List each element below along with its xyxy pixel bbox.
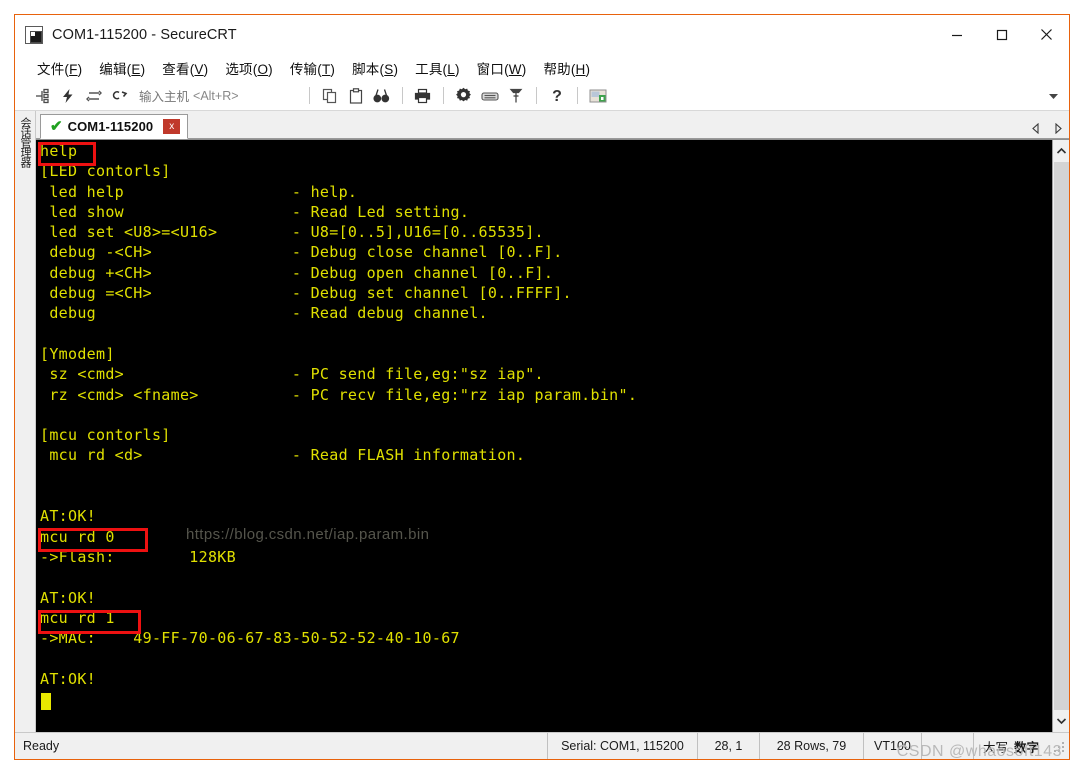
terminal-watermark: https://blog.csdn.net/iap.param.bin — [186, 526, 430, 543]
tab-bar: ✔ COM1-115200 x — [36, 111, 1069, 139]
menu-item-transfer[interactable]: 传输(T) — [290, 58, 335, 78]
tab-close-button[interactable]: x — [163, 119, 181, 134]
print-icon[interactable] — [410, 84, 436, 108]
menu-file-accel: F — [69, 61, 78, 77]
window-controls — [934, 15, 1069, 54]
session-manager-sidebar[interactable]: 会话管理器 — [15, 111, 36, 732]
toolbar: 输入主机 <Alt+R> ? — [15, 81, 1069, 111]
menu-item-options[interactable]: 选项(O) — [225, 58, 273, 78]
status-bar: Ready Serial: COM1, 115200 28, 1 28 Rows… — [15, 732, 1069, 759]
session-options-gear-icon[interactable] — [451, 84, 477, 108]
menu-edit-accel: E — [131, 61, 141, 77]
minimize-button[interactable] — [934, 15, 979, 54]
menu-item-edit[interactable]: 编辑(E) — [99, 58, 145, 78]
status-ready: Ready — [23, 739, 60, 753]
host-input-label[interactable]: 输入主机 — [139, 86, 189, 105]
status-caps-lock: 大写 — [982, 740, 1008, 755]
connected-check-icon: ✔ — [50, 118, 63, 135]
securecrt-app-icon — [25, 25, 43, 44]
session-manager-label: 会话管理器 — [19, 117, 31, 167]
menu-view-label: 查看 — [162, 61, 190, 77]
maximize-button[interactable] — [979, 15, 1024, 54]
main-column: ✔ COM1-115200 x help [LED contorls] led … — [36, 111, 1069, 732]
window-title: COM1-115200 - SecureCRT — [52, 26, 237, 43]
resize-grip[interactable] — [1050, 738, 1066, 754]
scroll-down-icon[interactable] — [1056, 712, 1067, 730]
menu-item-help[interactable]: 帮助(H) — [543, 58, 590, 78]
tab-com1-115200[interactable]: ✔ COM1-115200 x — [40, 114, 189, 139]
menu-script-accel: S — [384, 61, 394, 77]
toolbar-separator-3 — [442, 87, 444, 104]
status-indicators: 大写 数字 — [972, 733, 1048, 759]
status-blank — [920, 733, 973, 759]
terminal-text: help [LED contorls] led help - help. led… — [40, 142, 638, 688]
paste-icon[interactable] — [343, 84, 369, 108]
menu-tools-label: 工具 — [415, 61, 443, 77]
copy-icon[interactable] — [317, 84, 343, 108]
close-button[interactable] — [1024, 15, 1069, 54]
menu-bar: 文件(F) 编辑(E) 查看(V) 选项(O) 传输(T) 脚本(S) 工具(L… — [15, 54, 1069, 81]
menu-item-script[interactable]: 脚本(S) — [352, 58, 398, 78]
protocol-icon[interactable] — [585, 84, 611, 108]
securecrt-window: COM1-115200 - SecureCRT 文件(F) 编辑(E) 查看(V… — [14, 14, 1070, 760]
scrollbar-track[interactable] — [1053, 162, 1069, 710]
menu-window-label: 窗口 — [476, 61, 505, 77]
scroll-up-icon[interactable] — [1056, 142, 1067, 160]
keymap-editor-icon[interactable] — [477, 84, 503, 108]
menu-transfer-label: 传输 — [289, 61, 318, 77]
tab-navigation — [1031, 123, 1063, 134]
status-rows: 28 Rows, 79 — [758, 733, 863, 759]
tab-prev-icon[interactable] — [1031, 123, 1041, 134]
menu-tools-accel: L — [447, 61, 455, 77]
menu-script-label: 脚本 — [352, 61, 380, 77]
menu-help-label: 帮助 — [543, 61, 571, 77]
terminal-output: help [LED contorls] led help - help. led… — [40, 141, 1052, 689]
title-bar[interactable]: COM1-115200 - SecureCRT — [15, 15, 1069, 54]
toolbar-separator-4 — [535, 87, 537, 104]
connect-icon[interactable] — [29, 84, 55, 108]
host-input-shortcut: <Alt+R> — [193, 88, 239, 103]
screenshot-root: COM1-115200 - SecureCRT 文件(F) 编辑(E) 查看(V… — [0, 0, 1084, 777]
status-emulation: VT100 — [862, 733, 921, 759]
toolbar-separator-2 — [401, 87, 403, 104]
disconnect-icon[interactable] — [107, 84, 133, 108]
terminal-screen[interactable]: help [LED contorls] led help - help. led… — [36, 140, 1052, 732]
tab-label: COM1-115200 — [67, 119, 154, 134]
status-serial: Serial: COM1, 115200 — [546, 733, 697, 759]
menu-options-label: 选项 — [225, 61, 253, 77]
menu-window-accel: W — [508, 61, 522, 77]
window-body: 会话管理器 ✔ COM1-115200 x help [LED contorls… — [15, 111, 1069, 732]
menu-item-file[interactable]: 文件(F) — [37, 58, 82, 78]
terminal-area: help [LED contorls] led help - help. led… — [36, 139, 1069, 732]
status-num-lock: 数字 — [1013, 740, 1039, 755]
menu-options-accel: O — [257, 61, 269, 77]
key-icon[interactable] — [503, 84, 529, 108]
help-icon[interactable]: ? — [544, 84, 570, 108]
terminal-vertical-scrollbar[interactable] — [1052, 140, 1069, 732]
menu-item-tools[interactable]: 工具(L) — [415, 58, 460, 78]
tab-next-icon[interactable] — [1053, 123, 1063, 134]
status-cursor-position: 28, 1 — [696, 733, 759, 759]
toolbar-separator-1 — [308, 87, 310, 104]
toolbar-separator-5 — [576, 87, 578, 104]
quick-connect-icon[interactable] — [55, 84, 81, 108]
menu-item-view[interactable]: 查看(V) — [162, 58, 208, 78]
toolbar-overflow-icon[interactable] — [1048, 87, 1059, 105]
menu-file-label: 文件 — [37, 61, 65, 77]
menu-transfer-accel: T — [321, 61, 331, 77]
menu-help-accel: H — [575, 61, 586, 77]
reconnect-icon[interactable] — [81, 84, 107, 108]
menu-item-window[interactable]: 窗口(W) — [477, 58, 527, 78]
svg-text:?: ? — [552, 88, 562, 104]
find-icon[interactable] — [369, 84, 395, 108]
menu-edit-label: 编辑 — [99, 61, 127, 77]
terminal-cursor — [41, 693, 51, 710]
menu-view-accel: V — [194, 61, 204, 77]
